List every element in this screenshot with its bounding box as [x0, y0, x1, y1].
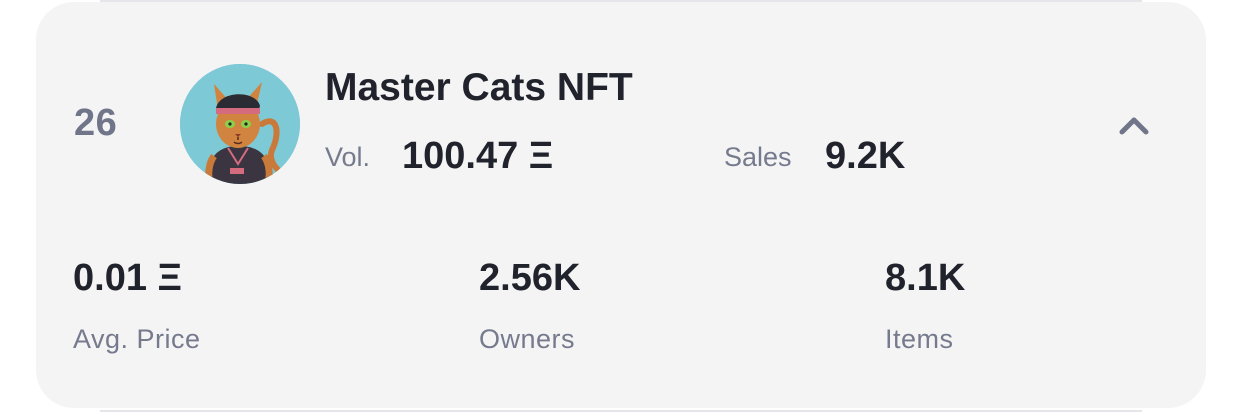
sales-label: Sales: [724, 142, 792, 172]
owners-value: 2.56K: [479, 257, 581, 299]
avg-price-label: Avg. Price: [73, 324, 201, 354]
items-stat: 8.1K Items: [885, 257, 965, 355]
collection-name[interactable]: Master Cats NFT: [325, 66, 633, 110]
sales-value: 9.2K: [825, 135, 906, 177]
owners-label: Owners: [479, 324, 576, 354]
bottom-divider: [100, 410, 1142, 412]
collection-card[interactable]: 26 Master Cats NFT Vol. 100.47 Ξ Sales 9…: [36, 2, 1206, 408]
collection-avatar[interactable]: [180, 64, 300, 184]
volume-value: 100.47 Ξ: [402, 135, 554, 177]
volume-label: Vol.: [325, 142, 371, 172]
avg-price-stat: 0.01 Ξ Avg. Price: [73, 257, 201, 355]
collapse-button[interactable]: [1114, 108, 1154, 144]
avg-price-value: 0.01 Ξ: [73, 257, 182, 299]
items-label: Items: [885, 324, 954, 354]
cat-avatar-icon: [180, 64, 300, 184]
owners-stat: 2.56K Owners: [479, 257, 580, 355]
chevron-up-icon: [1119, 117, 1149, 135]
items-value: 8.1K: [885, 257, 966, 299]
rank-number: 26: [74, 102, 118, 144]
